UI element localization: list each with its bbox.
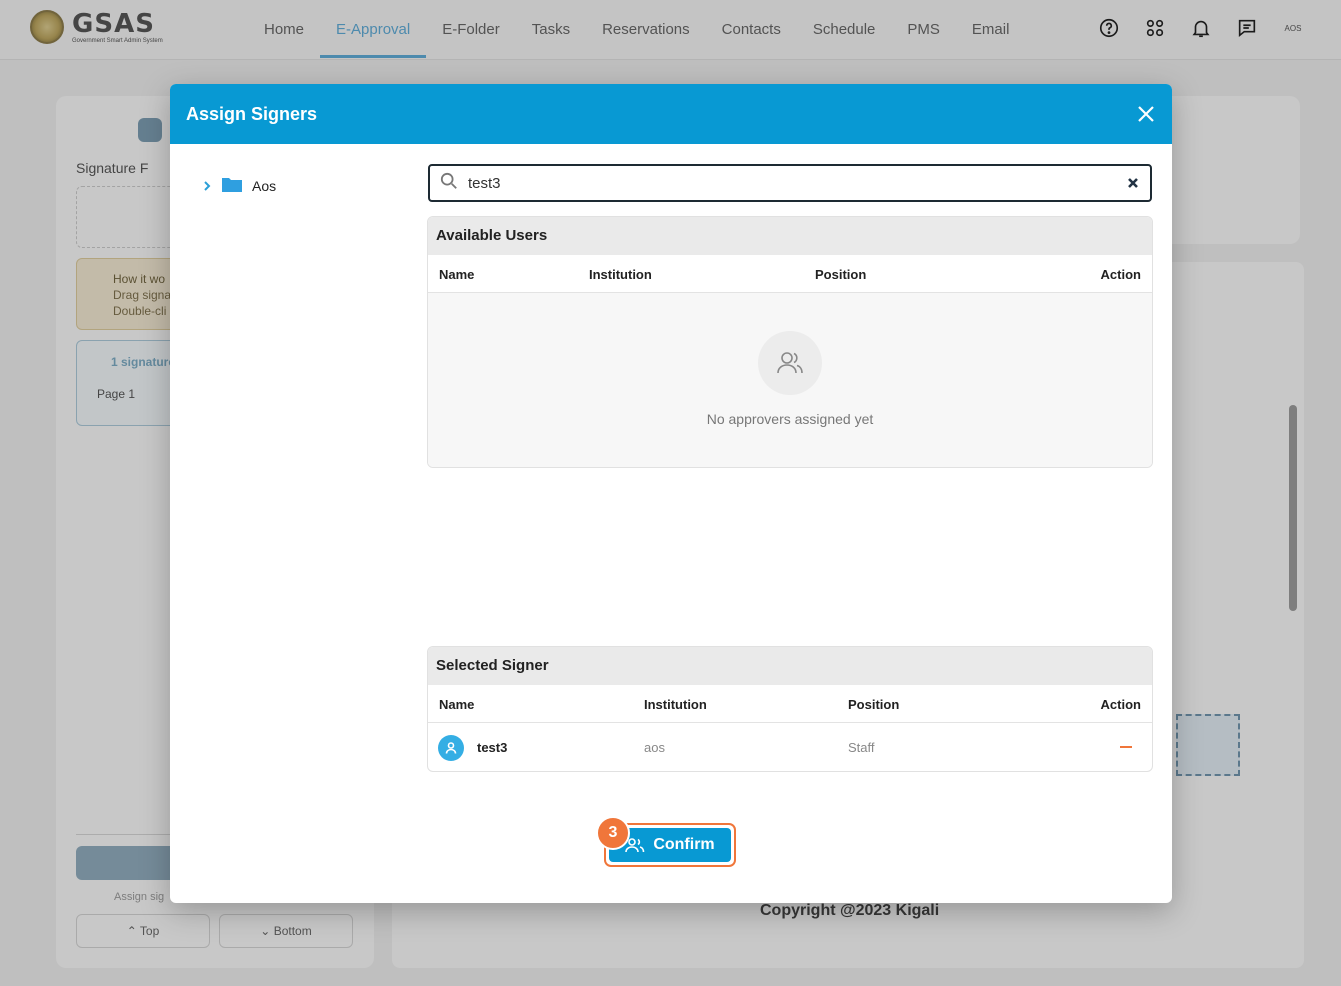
users-icon (758, 331, 822, 395)
user-icon (438, 735, 464, 761)
organization-tree: Aos (202, 176, 276, 195)
column-position: Position (815, 267, 867, 282)
tree-node-aos[interactable]: Aos (252, 178, 276, 194)
column-institution: Institution (589, 267, 652, 282)
clear-search-icon[interactable] (1126, 176, 1140, 190)
modal-header: Assign Signers (170, 84, 1172, 144)
remove-signer-button[interactable] (1120, 746, 1132, 748)
selected-signer-title: Selected Signer (428, 647, 1152, 685)
available-users-title: Available Users (428, 217, 1152, 255)
user-search (428, 164, 1152, 202)
close-icon[interactable] (1134, 102, 1158, 126)
available-users-panel: Available Users Name Institution Positio… (427, 216, 1153, 468)
step-number-badge: 3 (596, 816, 630, 850)
assign-signers-modal: Assign Signers Aos Available Users Name … (170, 84, 1172, 903)
signer-institution: aos (644, 740, 665, 755)
available-users-header: Name Institution Position Action (428, 255, 1152, 293)
empty-state-text: No approvers assigned yet (706, 411, 874, 427)
column-name: Name (439, 697, 475, 712)
table-row: test3 aos Staff (428, 723, 1152, 771)
signer-name: test3 (477, 740, 508, 755)
column-name: Name (439, 267, 475, 282)
column-institution: Institution (644, 697, 707, 712)
column-position: Position (848, 697, 900, 712)
selected-signer-panel: Selected Signer Name Institution Positio… (427, 646, 1153, 772)
search-icon (440, 172, 458, 195)
column-action: Action (1100, 697, 1141, 712)
selected-signer-header: Name Institution Position Action (428, 685, 1152, 723)
modal-title: Assign Signers (186, 103, 318, 124)
search-input[interactable] (468, 174, 1088, 192)
column-action: Action (1100, 267, 1141, 282)
confirm-label: Confirm (653, 836, 715, 853)
empty-state: No approvers assigned yet (428, 293, 1152, 467)
chevron-right-icon[interactable] (202, 178, 212, 194)
signer-position: Staff (848, 740, 875, 755)
folder-icon (222, 176, 242, 195)
